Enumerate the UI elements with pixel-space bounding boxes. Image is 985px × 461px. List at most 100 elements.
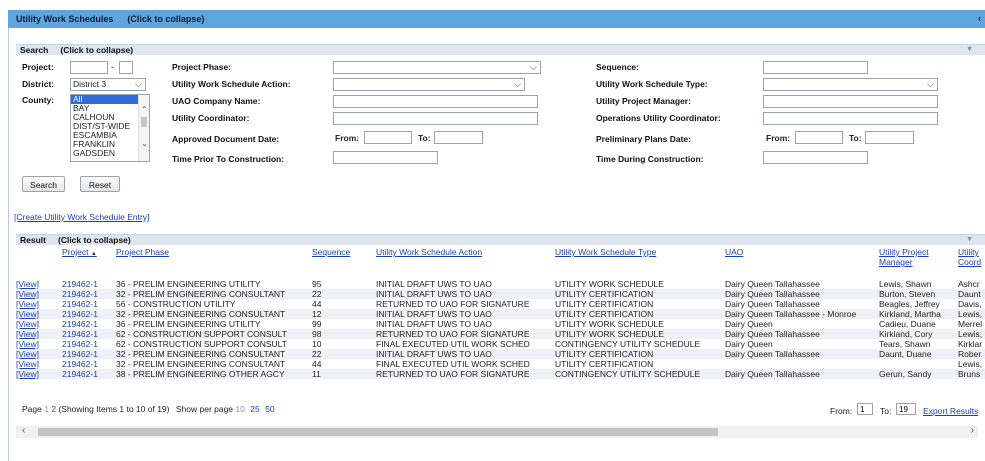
view-link[interactable]: [View] [16, 339, 60, 349]
reset-button[interactable]: Reset [80, 176, 120, 192]
utility-pm-input[interactable] [763, 95, 938, 108]
phase-cell: 36 - PRELIM ENGINEERING UTILITY [116, 319, 261, 329]
panel-collapse-link[interactable]: (Click to collapse) [127, 14, 204, 24]
view-link[interactable]: [View] [16, 329, 60, 339]
export-to-label: To: [880, 406, 892, 416]
ops-coordinator-input[interactable] [763, 112, 938, 125]
result-collapse-icon[interactable]: ▼ [966, 235, 973, 245]
scrollbar-thumb[interactable] [141, 117, 147, 127]
column-header-sequence[interactable]: Sequence [312, 247, 350, 257]
export-to-input[interactable] [896, 403, 916, 415]
view-link[interactable]: [View] [16, 319, 60, 329]
search-button[interactable]: Search [22, 176, 65, 192]
time-prior-label: Time Prior To Construction: [172, 154, 285, 164]
uws-action-select[interactable]: ⌵ [333, 78, 525, 91]
uao-cell: Dairy Queen Tallahassee [725, 299, 820, 309]
column-header-phase[interactable]: Project Phase [116, 247, 169, 257]
time-during-input[interactable] [763, 151, 868, 164]
scroll-left-icon[interactable]: ‹ [22, 425, 25, 436]
per-page-50-link[interactable]: 50 [265, 404, 274, 414]
uao-cell: Dairy Queen Tallahassee [725, 279, 820, 289]
view-link[interactable]: [View] [16, 359, 60, 369]
prelim-from-input[interactable] [795, 131, 843, 144]
column-header-manager[interactable]: Utility Project Manager [879, 247, 929, 267]
view-link[interactable]: [View] [16, 299, 60, 309]
column-header-type[interactable]: Utility Work Schedule Type [555, 247, 656, 257]
table-row: [View] 219462-1 36 - PRELIM ENGINEERING UT… [16, 319, 985, 329]
view-link[interactable]: [View] [16, 289, 60, 299]
column-header-action[interactable]: Utility Work Schedule Action [376, 247, 482, 257]
project-cell[interactable]: 219462-1 [62, 289, 114, 299]
utility-coordinator-input[interactable] [333, 112, 538, 125]
project-cell[interactable]: 219462-1 [62, 319, 114, 329]
table-row: [View] 219462-1 38 - PRELIM ENGINEERING OT… [16, 369, 985, 379]
result-section-title: Result [20, 235, 46, 245]
project-cell[interactable]: 219462-1 [62, 369, 114, 379]
export-results-link[interactable]: Export Results [923, 406, 978, 416]
district-select[interactable]: District 3 ⌵ [70, 78, 146, 91]
uao-cell: Dairy Queen Tallahassee [725, 329, 820, 339]
phase-cell: 62 - CONSTRUCTION SUPPORT CONSULT [116, 329, 287, 339]
coordinator-cell: Kirklar [958, 339, 983, 349]
sequence-input[interactable] [763, 61, 868, 74]
per-page-25-link[interactable]: 25 [250, 404, 259, 414]
type-cell: UTILITY WORK SCHEDULE [555, 329, 664, 339]
uws-type-select[interactable]: ⌵ [763, 78, 938, 91]
horizontal-scrollbar-thumb[interactable] [38, 428, 718, 436]
project-phase-select[interactable]: ⌵ [333, 61, 541, 74]
project-cell[interactable]: 219462-1 [62, 339, 114, 349]
page-1-link[interactable]: 1 [44, 404, 49, 414]
phase-cell: 38 - PRELIM ENGINEERING OTHER AGCY [116, 369, 285, 379]
utility-coordinator-label: Utility Coordinator: [172, 113, 250, 123]
project-cell[interactable]: 219462-1 [62, 349, 114, 359]
view-link[interactable]: [View] [16, 369, 60, 379]
view-link[interactable]: [View] [16, 349, 60, 359]
export-from-input[interactable] [857, 403, 873, 415]
project-input-1[interactable] [70, 61, 108, 74]
scroll-right-icon[interactable]: › [971, 425, 974, 436]
project-separator: - [111, 62, 114, 72]
action-cell: RETURNED TO UAO FOR SIGNATURE [376, 299, 530, 309]
coordinator-cell: Daunt [958, 289, 981, 299]
approved-from-input[interactable] [364, 131, 412, 144]
view-link[interactable]: [View] [16, 279, 60, 289]
per-page-10-link[interactable]: 10 [235, 404, 244, 414]
type-cell: UTILITY WORK SCHEDULE [555, 319, 664, 329]
approved-to-input[interactable] [434, 131, 483, 144]
result-collapse-link[interactable]: (Click to collapse) [58, 235, 131, 245]
view-link[interactable]: [View] [16, 309, 60, 319]
scroll-up-icon[interactable]: ⌃ [141, 105, 148, 114]
project-cell[interactable]: 219462-1 [62, 299, 114, 309]
create-uws-entry-link[interactable]: [Create Utility Work Schedule Entry] [14, 212, 149, 222]
type-cell: UTILITY CERTIFICATION [555, 299, 654, 309]
prelim-to-input[interactable] [865, 131, 914, 144]
column-header-coordinator[interactable]: Utility Coord [958, 247, 981, 267]
column-header-uao[interactable]: UAO [725, 247, 743, 257]
search-collapse-icon[interactable]: ▼ [966, 45, 973, 55]
project-cell[interactable]: 219462-1 [62, 279, 114, 289]
manager-cell: Kirkland, Martha [879, 309, 941, 319]
project-cell[interactable]: 219462-1 [62, 329, 114, 339]
county-listbox-scrollbar[interactable]: ⌃ ⌄ [138, 95, 149, 161]
search-section-title: Search [20, 45, 49, 55]
collapse-chevron-icon[interactable]: ‹ [978, 13, 981, 23]
project-input-2[interactable] [119, 61, 133, 74]
uao-company-input[interactable] [333, 95, 538, 108]
county-listbox[interactable]: All BAY CALHOUN DIST/ST-WIDE ESCAMBIA FR… [70, 94, 150, 162]
search-collapse-link[interactable]: (Click to collapse) [60, 45, 133, 55]
horizontal-scrollbar[interactable]: ‹ › [16, 425, 978, 438]
time-prior-input[interactable] [333, 151, 438, 164]
project-cell[interactable]: 219462-1 [62, 309, 114, 319]
result-section-header[interactable]: Result (Click to collapse) ▼ [16, 234, 985, 245]
panel-header[interactable]: Utility Work Schedules (Click to collapse… [8, 10, 985, 28]
phase-cell: 56 - CONSTRUCTION UTILITY [116, 299, 236, 309]
column-header-project[interactable]: Project ▲ [62, 247, 97, 259]
coordinator-cell: Merrel [958, 319, 983, 329]
page-2-link[interactable]: 2 [51, 404, 56, 414]
coordinator-cell: Rober [958, 349, 982, 359]
project-cell[interactable]: 219462-1 [62, 359, 114, 369]
phase-cell: 62 - CONSTRUCTION SUPPORT CONSULT [116, 339, 287, 349]
scroll-down-icon[interactable]: ⌄ [141, 139, 148, 148]
search-section-header[interactable]: Search (Click to collapse) ▼ [16, 44, 985, 55]
type-cell: CONTINGENCY UTILITY SCHEDULE [555, 339, 701, 349]
